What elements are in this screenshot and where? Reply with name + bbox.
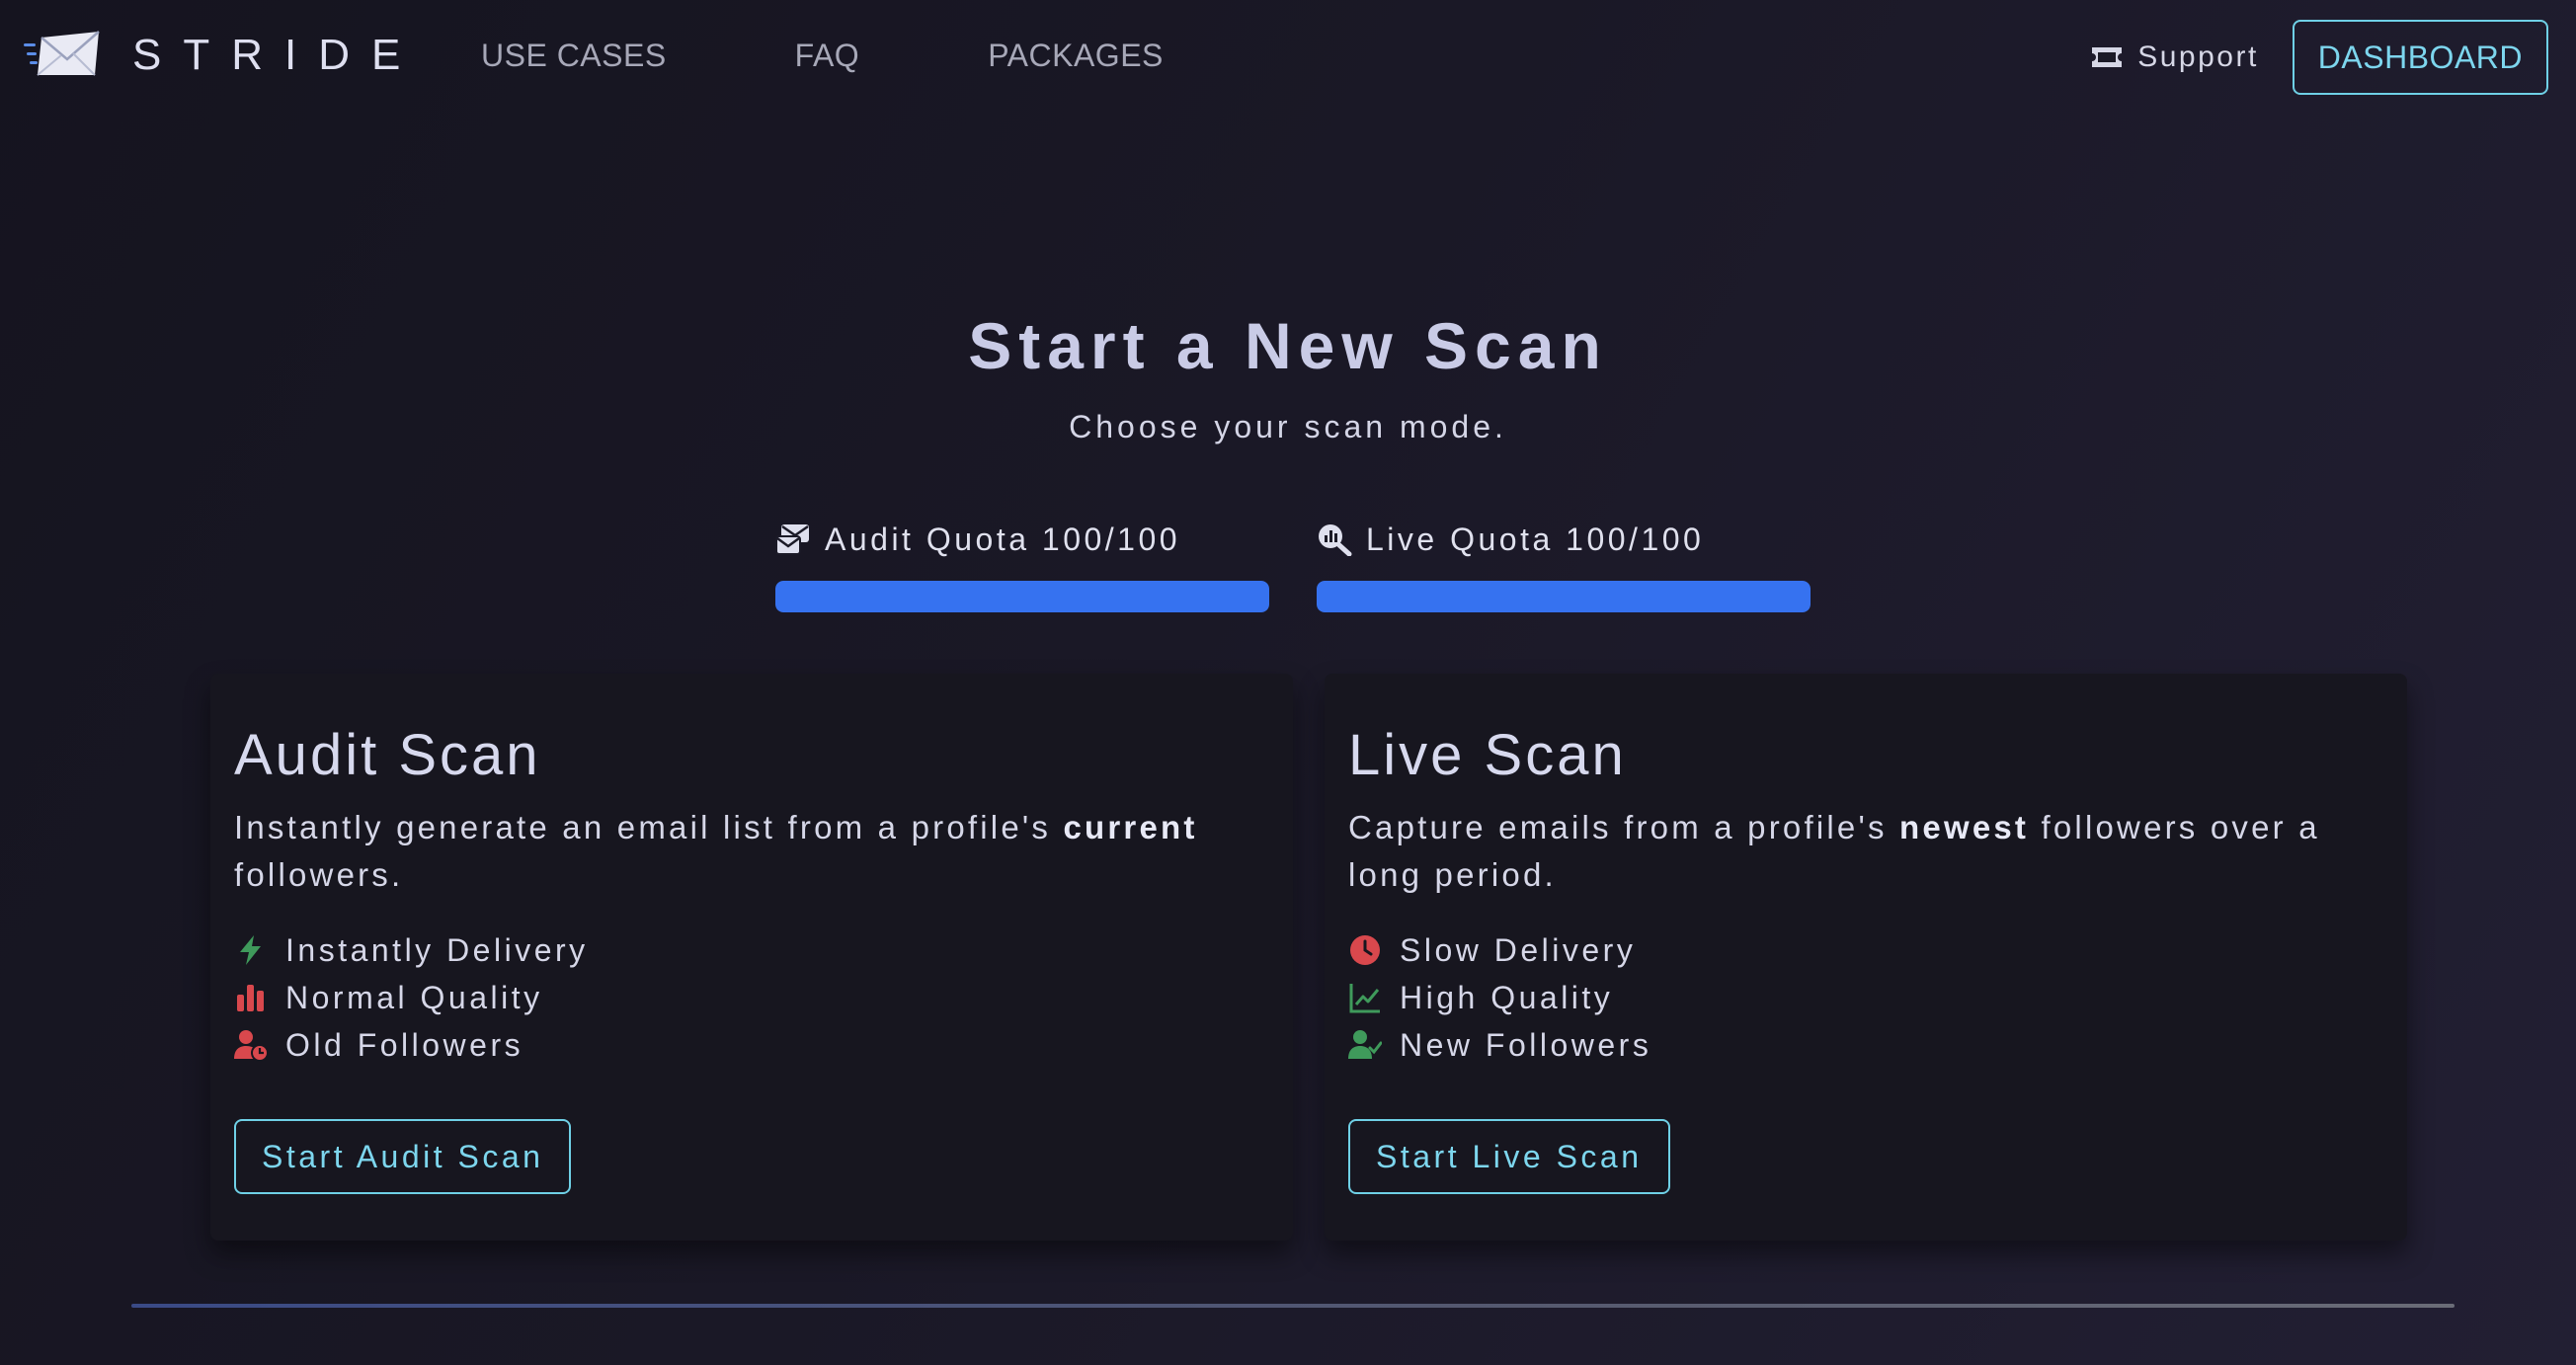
- start-live-scan-button[interactable]: Start Live Scan: [1348, 1119, 1670, 1194]
- magnifier-chart-icon: [1319, 524, 1352, 556]
- audit-quota-fill: [775, 581, 1269, 612]
- envelopes-icon: [775, 524, 809, 555]
- section-divider: [131, 1304, 2455, 1308]
- list-item: High Quality: [1348, 974, 2383, 1021]
- line-chart-icon: [1349, 984, 1380, 1013]
- brand-name: STRIDE: [132, 31, 423, 79]
- nav-right: Support DASHBOARD: [2090, 20, 2548, 95]
- user-clock-icon: [234, 1030, 268, 1062]
- live-feature-list: Slow Delivery High Quality New Followers: [1348, 926, 2383, 1069]
- dashboard-button[interactable]: DASHBOARD: [2292, 20, 2548, 95]
- live-quota-label: Live Quota 100/100: [1366, 521, 1705, 557]
- list-item: Instantly Delivery: [234, 926, 1269, 974]
- bolt-icon: [240, 935, 261, 965]
- audit-scan-title: Audit Scan: [234, 723, 541, 787]
- page-subtitle: Choose your scan mode.: [1069, 409, 1507, 444]
- live-quota-fill: [1317, 581, 1811, 612]
- list-item: Slow Delivery: [1348, 926, 2383, 974]
- support-link[interactable]: Support: [2090, 40, 2259, 74]
- audit-quota-progress: [775, 581, 1269, 612]
- list-item: New Followers: [1348, 1021, 2383, 1069]
- live-quota: Live Quota 100/100: [1317, 520, 1811, 612]
- audit-feature-list: Instantly Delivery Normal Quality Old Fo…: [234, 926, 1269, 1069]
- bar-chart-icon: [237, 985, 264, 1011]
- nav-link-use-cases[interactable]: USE CASES: [481, 38, 667, 74]
- nav-links: USE CASES FAQ PACKAGES: [481, 38, 1292, 74]
- live-scan-title: Live Scan: [1348, 723, 1627, 787]
- audit-scan-description: Instantly generate an email list from a …: [234, 809, 1198, 893]
- page-title: Start a New Scan: [968, 309, 1608, 382]
- nav-link-faq[interactable]: FAQ: [795, 38, 860, 74]
- nav-link-packages[interactable]: PACKAGES: [988, 38, 1164, 74]
- brand[interactable]: STRIDE: [24, 30, 422, 81]
- user-check-icon: [1348, 1030, 1382, 1059]
- audit-quota: Audit Quota 100/100: [775, 520, 1269, 612]
- audit-quota-label: Audit Quota 100/100: [825, 521, 1181, 557]
- top-navbar: STRIDE USE CASES FAQ PACKAGES Support DA…: [0, 0, 2576, 115]
- audit-scan-card: Audit Scan Instantly generate an email l…: [210, 674, 1293, 1241]
- live-scan-card: Live Scan Capture emails from a profile'…: [1325, 674, 2407, 1241]
- clock-icon: [1350, 935, 1380, 965]
- live-quota-progress: [1317, 581, 1811, 612]
- ticket-icon: [2092, 47, 2123, 67]
- flying-envelope-icon: [24, 31, 100, 76]
- support-label: Support: [2137, 40, 2259, 73]
- list-item: Old Followers: [234, 1021, 1269, 1069]
- live-scan-description: Capture emails from a profile's newest f…: [1348, 809, 2320, 893]
- list-item: Normal Quality: [234, 974, 1269, 1021]
- start-audit-scan-button[interactable]: Start Audit Scan: [234, 1119, 572, 1194]
